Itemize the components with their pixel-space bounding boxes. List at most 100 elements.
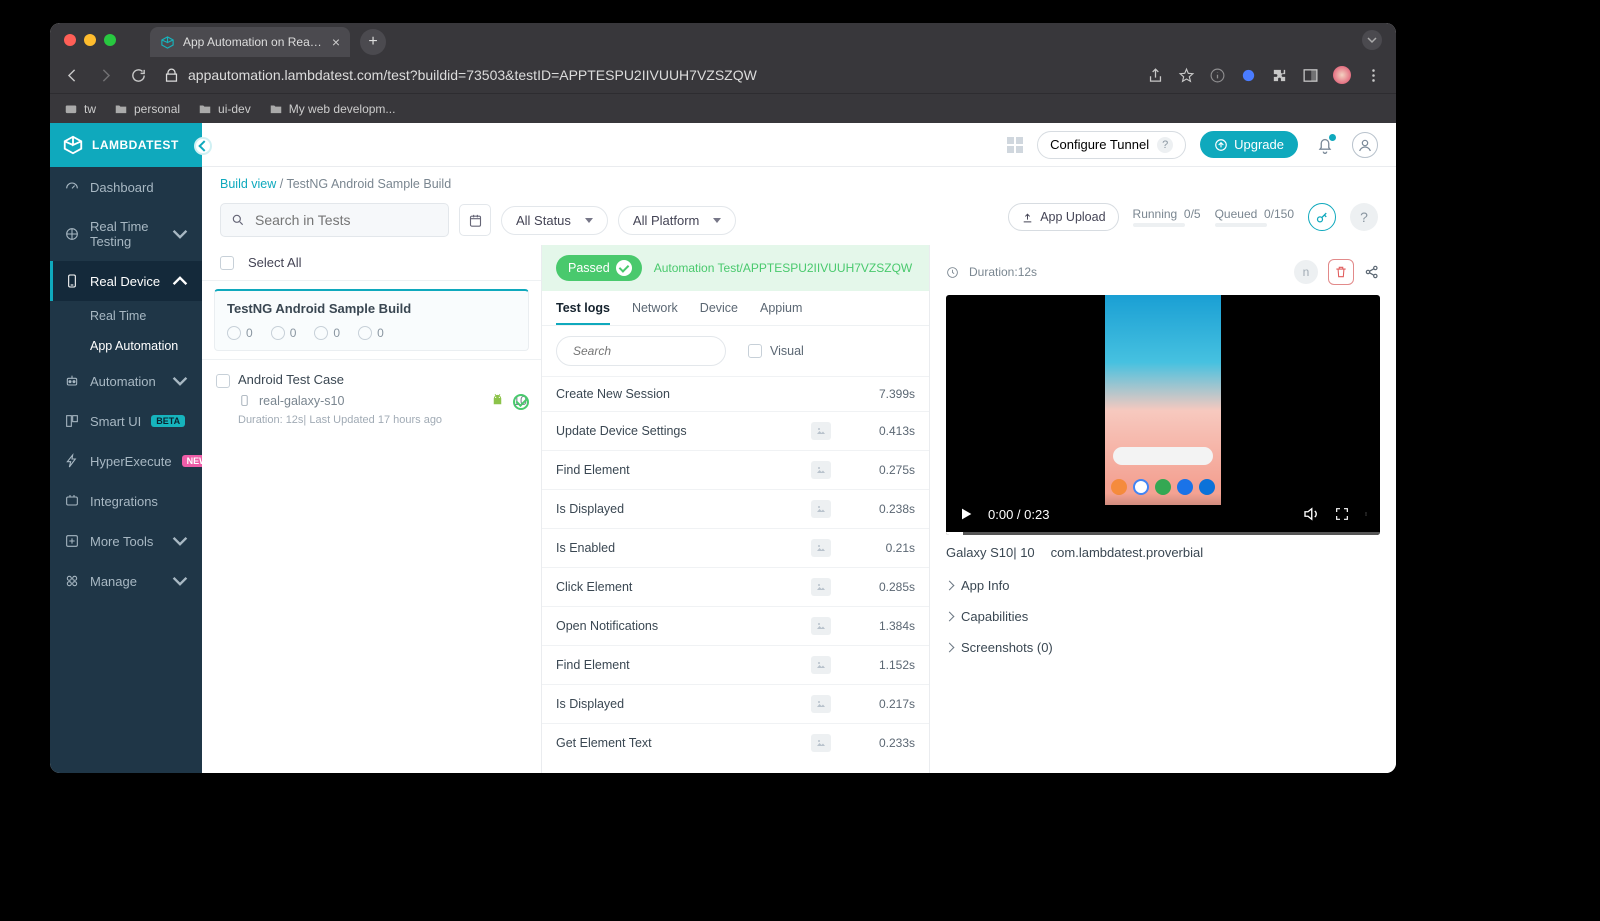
log-item[interactable]: Click Element0.285s bbox=[542, 567, 929, 606]
sidebar-item-more-tools[interactable]: More Tools bbox=[50, 521, 202, 561]
volume-icon[interactable] bbox=[1302, 505, 1320, 523]
log-name: Find Element bbox=[556, 658, 811, 672]
tab-network[interactable]: Network bbox=[632, 301, 678, 325]
browser-tab[interactable]: App Automation on Real Devic × bbox=[150, 27, 350, 57]
screenshot-icon[interactable] bbox=[811, 734, 831, 752]
screenshot-icon[interactable] bbox=[811, 539, 831, 557]
sidebar-item-automation[interactable]: Automation bbox=[50, 361, 202, 401]
accordion-screenshots[interactable]: Screenshots (0) bbox=[946, 632, 1380, 663]
log-item[interactable]: Find Element1.152s bbox=[542, 645, 929, 684]
visual-toggle[interactable]: Visual bbox=[748, 344, 804, 358]
close-tab-icon[interactable]: × bbox=[332, 34, 340, 50]
collapse-sidebar-icon[interactable] bbox=[194, 137, 212, 155]
tab-appium[interactable]: Appium bbox=[760, 301, 802, 325]
upgrade-button[interactable]: Upgrade bbox=[1200, 131, 1298, 158]
extension-blue-icon[interactable] bbox=[1240, 67, 1257, 84]
status-filter[interactable]: All Status bbox=[501, 206, 608, 235]
kebab-icon[interactable] bbox=[1365, 67, 1382, 84]
select-all-row[interactable]: Select All bbox=[202, 245, 541, 281]
bookmark-item[interactable]: tw bbox=[64, 102, 96, 116]
window-menu[interactable] bbox=[1362, 30, 1382, 50]
sidebar-item-dashboard[interactable]: Dashboard bbox=[50, 167, 202, 207]
accordion-capabilities[interactable]: Capabilities bbox=[946, 601, 1380, 632]
upload-icon bbox=[1021, 211, 1034, 224]
log-item[interactable]: Create New Session7.399s bbox=[542, 376, 929, 411]
calendar-button[interactable] bbox=[459, 204, 491, 236]
bookmark-item[interactable]: personal bbox=[114, 102, 180, 116]
screenshot-icon[interactable] bbox=[811, 578, 831, 596]
log-item[interactable]: Open Notifications1.384s bbox=[542, 606, 929, 645]
log-item[interactable]: Get Element Text0.233s bbox=[542, 723, 929, 762]
screenshot-icon[interactable] bbox=[811, 461, 831, 479]
automation-test-link[interactable]: Automation Test/APPTESPU2IIVUUH7VZSZQW bbox=[654, 261, 913, 275]
search-tests-input[interactable] bbox=[220, 203, 449, 237]
fullscreen-icon[interactable] bbox=[1334, 506, 1350, 522]
bookmark-item[interactable]: My web developm... bbox=[269, 102, 396, 116]
brand-logo[interactable]: LAMBDATEST bbox=[50, 123, 202, 167]
star-icon[interactable] bbox=[1178, 67, 1195, 84]
kebab-icon[interactable] bbox=[1364, 506, 1368, 522]
delete-button[interactable] bbox=[1328, 259, 1354, 285]
chevron-down-icon bbox=[585, 218, 593, 223]
access-key-button[interactable] bbox=[1308, 203, 1336, 231]
log-search-input[interactable] bbox=[556, 336, 726, 366]
sidebar-item-real-device[interactable]: Real Device bbox=[50, 261, 202, 301]
screenshot-icon[interactable] bbox=[811, 695, 831, 713]
traffic-light-min[interactable] bbox=[84, 34, 96, 46]
sidebar-item-hyperexecute[interactable]: HyperExecute NEW bbox=[50, 441, 202, 481]
tab-device[interactable]: Device bbox=[700, 301, 738, 325]
panel-icon[interactable] bbox=[1302, 67, 1319, 84]
sidebar-item-realtime[interactable]: Real Time Testing bbox=[50, 207, 202, 261]
screenshot-icon[interactable] bbox=[811, 500, 831, 518]
log-item[interactable]: Update Device Settings0.413s bbox=[542, 411, 929, 450]
log-name: Is Displayed bbox=[556, 697, 811, 711]
new-tab-button[interactable]: + bbox=[360, 29, 386, 55]
puzzle-icon[interactable] bbox=[1271, 67, 1288, 84]
log-item[interactable]: Is Displayed0.238s bbox=[542, 489, 929, 528]
info-icon[interactable] bbox=[1209, 67, 1226, 84]
app-upload-button[interactable]: App Upload bbox=[1008, 203, 1118, 231]
screenshot-icon[interactable] bbox=[811, 422, 831, 440]
sidebar-sub-app-automation[interactable]: App Automation bbox=[50, 331, 202, 361]
checkbox[interactable] bbox=[748, 344, 762, 358]
platform-filter[interactable]: All Platform bbox=[618, 206, 736, 235]
apps-grid-icon[interactable] bbox=[1007, 137, 1023, 153]
log-item[interactable]: Is Enabled0.21s bbox=[542, 528, 929, 567]
test-card[interactable]: Android Test Case real-galaxy-s10 10 Dur… bbox=[202, 359, 541, 438]
screenshot-icon[interactable] bbox=[811, 656, 831, 674]
forward-icon[interactable] bbox=[97, 67, 114, 84]
traffic-light-max[interactable] bbox=[104, 34, 116, 46]
breadcrumb-root[interactable]: Build view bbox=[220, 177, 276, 191]
profile-avatar[interactable] bbox=[1333, 66, 1351, 84]
checkbox[interactable] bbox=[216, 374, 230, 388]
traffic-light-close[interactable] bbox=[64, 34, 76, 46]
queued-stat: Queued 0/150 bbox=[1215, 207, 1294, 227]
help-button[interactable]: ? bbox=[1350, 203, 1378, 231]
user-avatar-icon[interactable] bbox=[1352, 132, 1378, 158]
log-item[interactable]: Is Displayed0.217s bbox=[542, 684, 929, 723]
back-icon[interactable] bbox=[64, 67, 81, 84]
checkbox[interactable] bbox=[220, 256, 234, 270]
sidebar-item-integrations[interactable]: Integrations bbox=[50, 481, 202, 521]
notifications-icon[interactable] bbox=[1312, 132, 1338, 158]
sidebar-item-smart-ui[interactable]: Smart UI BETA bbox=[50, 401, 202, 441]
running-stat: Running 0/5 bbox=[1133, 207, 1201, 227]
log-duration: 1.384s bbox=[855, 619, 915, 633]
log-item[interactable]: Find Element0.275s bbox=[542, 450, 929, 489]
screenshot-icon[interactable] bbox=[811, 617, 831, 635]
video-progress[interactable] bbox=[946, 532, 1380, 535]
tab-test-logs[interactable]: Test logs bbox=[556, 301, 610, 325]
url-field[interactable]: appautomation.lambdatest.com/test?buildi… bbox=[163, 67, 1131, 84]
network-log-icon[interactable]: n bbox=[1294, 260, 1318, 284]
configure-tunnel-button[interactable]: Configure Tunnel ? bbox=[1037, 131, 1186, 159]
bookmark-item[interactable]: ui-dev bbox=[198, 102, 251, 116]
reload-icon[interactable] bbox=[130, 67, 147, 84]
video-player[interactable]: 0:00 / 0:23 bbox=[946, 295, 1380, 535]
accordion-app-info[interactable]: App Info bbox=[946, 570, 1380, 601]
build-card[interactable]: TestNG Android Sample Build 0 0 0 0 bbox=[214, 289, 529, 351]
sidebar-item-manage[interactable]: Manage bbox=[50, 561, 202, 601]
share-icon[interactable] bbox=[1364, 264, 1380, 280]
sidebar-sub-realtime[interactable]: Real Time bbox=[50, 301, 202, 331]
play-icon[interactable] bbox=[958, 506, 974, 522]
share-icon[interactable] bbox=[1147, 67, 1164, 84]
